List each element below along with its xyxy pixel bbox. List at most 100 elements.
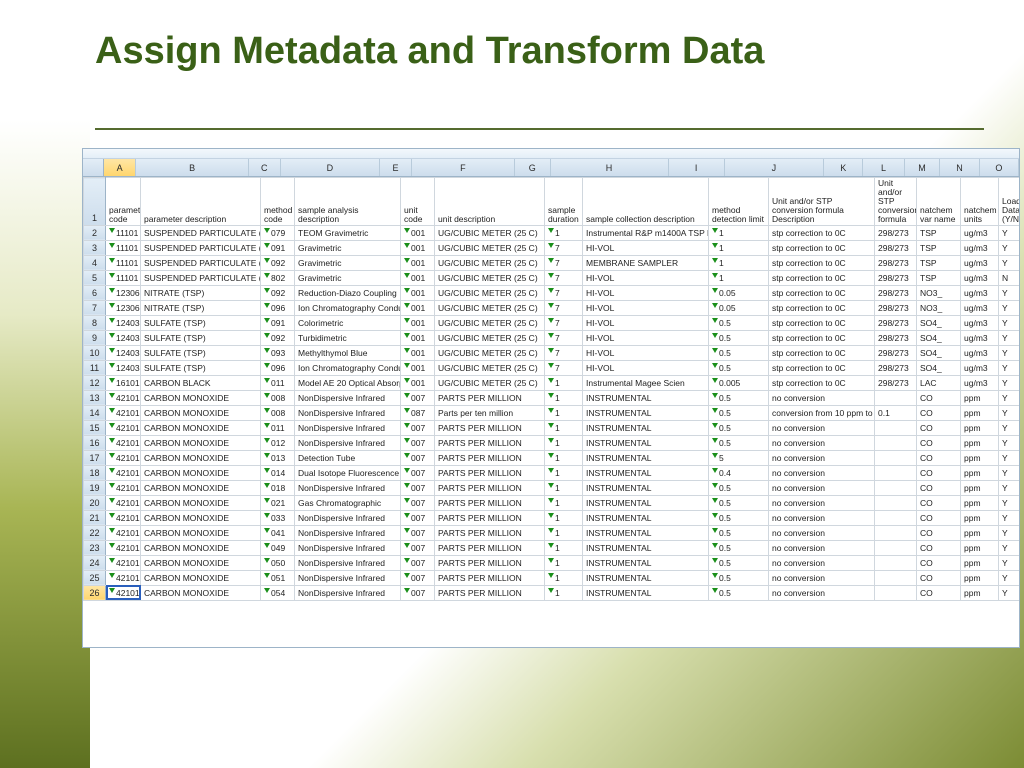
cell[interactable]: ppm [961, 420, 999, 435]
cell[interactable]: 054 [261, 585, 295, 600]
cell[interactable]: no conversion [769, 525, 875, 540]
cell[interactable]: no conversion [769, 540, 875, 555]
cell[interactable]: ppm [961, 465, 999, 480]
cell[interactable]: no conversion [769, 420, 875, 435]
cell[interactable]: PARTS PER MILLION [435, 540, 545, 555]
cell[interactable]: 11101 [106, 270, 141, 285]
column-header-A[interactable]: A [104, 159, 137, 176]
cell[interactable]: CARBON MONOXIDE [141, 405, 261, 420]
cell[interactable]: 298/273 [875, 345, 917, 360]
cell[interactable]: NO3_ [917, 285, 961, 300]
cell[interactable]: 007 [401, 525, 435, 540]
row-header[interactable]: 3 [84, 240, 106, 255]
cell[interactable]: conversion from 10 ppm to ppm [769, 405, 875, 420]
cell[interactable]: UG/CUBIC METER (25 C) [435, 270, 545, 285]
cell[interactable]: CO [917, 585, 961, 600]
cell[interactable]: 16101 [106, 375, 141, 390]
cell[interactable]: TSP [917, 240, 961, 255]
cell[interactable]: CARBON MONOXIDE [141, 570, 261, 585]
cell[interactable] [875, 390, 917, 405]
cell[interactable]: SUSPENDED PARTICULATE (TSP) [141, 270, 261, 285]
cell[interactable]: INSTRUMENTAL [583, 480, 709, 495]
cell[interactable]: UG/CUBIC METER (25 C) [435, 225, 545, 240]
cell[interactable]: INSTRUMENTAL [583, 510, 709, 525]
cell[interactable]: 007 [401, 450, 435, 465]
cell[interactable]: PARTS PER MILLION [435, 525, 545, 540]
cell[interactable]: no conversion [769, 435, 875, 450]
cell[interactable]: 007 [401, 435, 435, 450]
cell[interactable]: 092 [261, 255, 295, 270]
cell[interactable]: 298/273 [875, 300, 917, 315]
cell[interactable]: 7 [545, 315, 583, 330]
cell[interactable]: NonDispersive Infrared [295, 570, 401, 585]
cell[interactable]: CO [917, 540, 961, 555]
cell[interactable]: ppm [961, 585, 999, 600]
cell[interactable]: NonDispersive Infrared [295, 480, 401, 495]
cell[interactable]: 001 [401, 285, 435, 300]
cell[interactable]: 11101 [106, 240, 141, 255]
cell[interactable]: 7 [545, 360, 583, 375]
column-header-K[interactable]: K [824, 159, 863, 176]
cell[interactable]: ug/m3 [961, 285, 999, 300]
cell[interactable]: Y [999, 540, 1021, 555]
cell[interactable]: 0.5 [709, 510, 769, 525]
cell[interactable]: 007 [401, 420, 435, 435]
cell[interactable] [875, 420, 917, 435]
cell[interactable]: CARBON MONOXIDE [141, 420, 261, 435]
cell[interactable]: stp correction to 0C [769, 330, 875, 345]
cell[interactable]: NonDispersive Infrared [295, 435, 401, 450]
cell[interactable]: N [999, 270, 1021, 285]
cell[interactable] [875, 570, 917, 585]
cell[interactable]: ug/m3 [961, 315, 999, 330]
cell[interactable]: 42101 [106, 390, 141, 405]
cell[interactable]: PARTS PER MILLION [435, 585, 545, 600]
cell[interactable]: INSTRUMENTAL [583, 525, 709, 540]
cell[interactable]: no conversion [769, 465, 875, 480]
cell[interactable]: 11101 [106, 225, 141, 240]
column-header-O[interactable]: O [980, 159, 1019, 176]
cell[interactable]: 079 [261, 225, 295, 240]
cell[interactable]: TSP [917, 270, 961, 285]
cell[interactable]: 092 [261, 330, 295, 345]
cell[interactable]: Y [999, 570, 1021, 585]
row-header[interactable]: 17 [84, 450, 106, 465]
cell[interactable]: PARTS PER MILLION [435, 420, 545, 435]
cell[interactable]: 42101 [106, 510, 141, 525]
cell[interactable]: UG/CUBIC METER (25 C) [435, 255, 545, 270]
cell[interactable]: HI-VOL [583, 285, 709, 300]
cell[interactable]: 42101 [106, 495, 141, 510]
cell[interactable]: Y [999, 285, 1021, 300]
cell[interactable]: 041 [261, 525, 295, 540]
cell[interactable]: 11101 [106, 255, 141, 270]
cell[interactable]: INSTRUMENTAL [583, 435, 709, 450]
cell[interactable] [875, 555, 917, 570]
cell[interactable]: Y [999, 255, 1021, 270]
cell[interactable]: Y [999, 315, 1021, 330]
cell[interactable]: Y [999, 555, 1021, 570]
cell[interactable]: stp correction to 0C [769, 375, 875, 390]
cell[interactable]: UG/CUBIC METER (25 C) [435, 240, 545, 255]
cell[interactable]: NonDispersive Infrared [295, 555, 401, 570]
cell[interactable]: 007 [401, 585, 435, 600]
row-header[interactable]: 18 [84, 465, 106, 480]
cell[interactable]: HI-VOL [583, 345, 709, 360]
cell[interactable]: no conversion [769, 510, 875, 525]
cell[interactable]: INSTRUMENTAL [583, 390, 709, 405]
cell[interactable]: TSP [917, 225, 961, 240]
cell[interactable]: LAC [917, 375, 961, 390]
cell[interactable]: UG/CUBIC METER (25 C) [435, 375, 545, 390]
cell[interactable]: INSTRUMENTAL [583, 405, 709, 420]
cell[interactable]: 298/273 [875, 360, 917, 375]
cell[interactable]: ppm [961, 510, 999, 525]
field-header[interactable]: method code [261, 178, 295, 226]
cell[interactable]: 093 [261, 345, 295, 360]
cell[interactable]: 298/273 [875, 315, 917, 330]
column-header-L[interactable]: L [863, 159, 904, 176]
cell[interactable]: 092 [261, 285, 295, 300]
cell[interactable]: 298/273 [875, 270, 917, 285]
cell[interactable]: UG/CUBIC METER (25 C) [435, 315, 545, 330]
row-header[interactable]: 26 [84, 585, 106, 600]
cell[interactable]: PARTS PER MILLION [435, 480, 545, 495]
row-header[interactable]: 13 [84, 390, 106, 405]
row-header[interactable]: 19 [84, 480, 106, 495]
